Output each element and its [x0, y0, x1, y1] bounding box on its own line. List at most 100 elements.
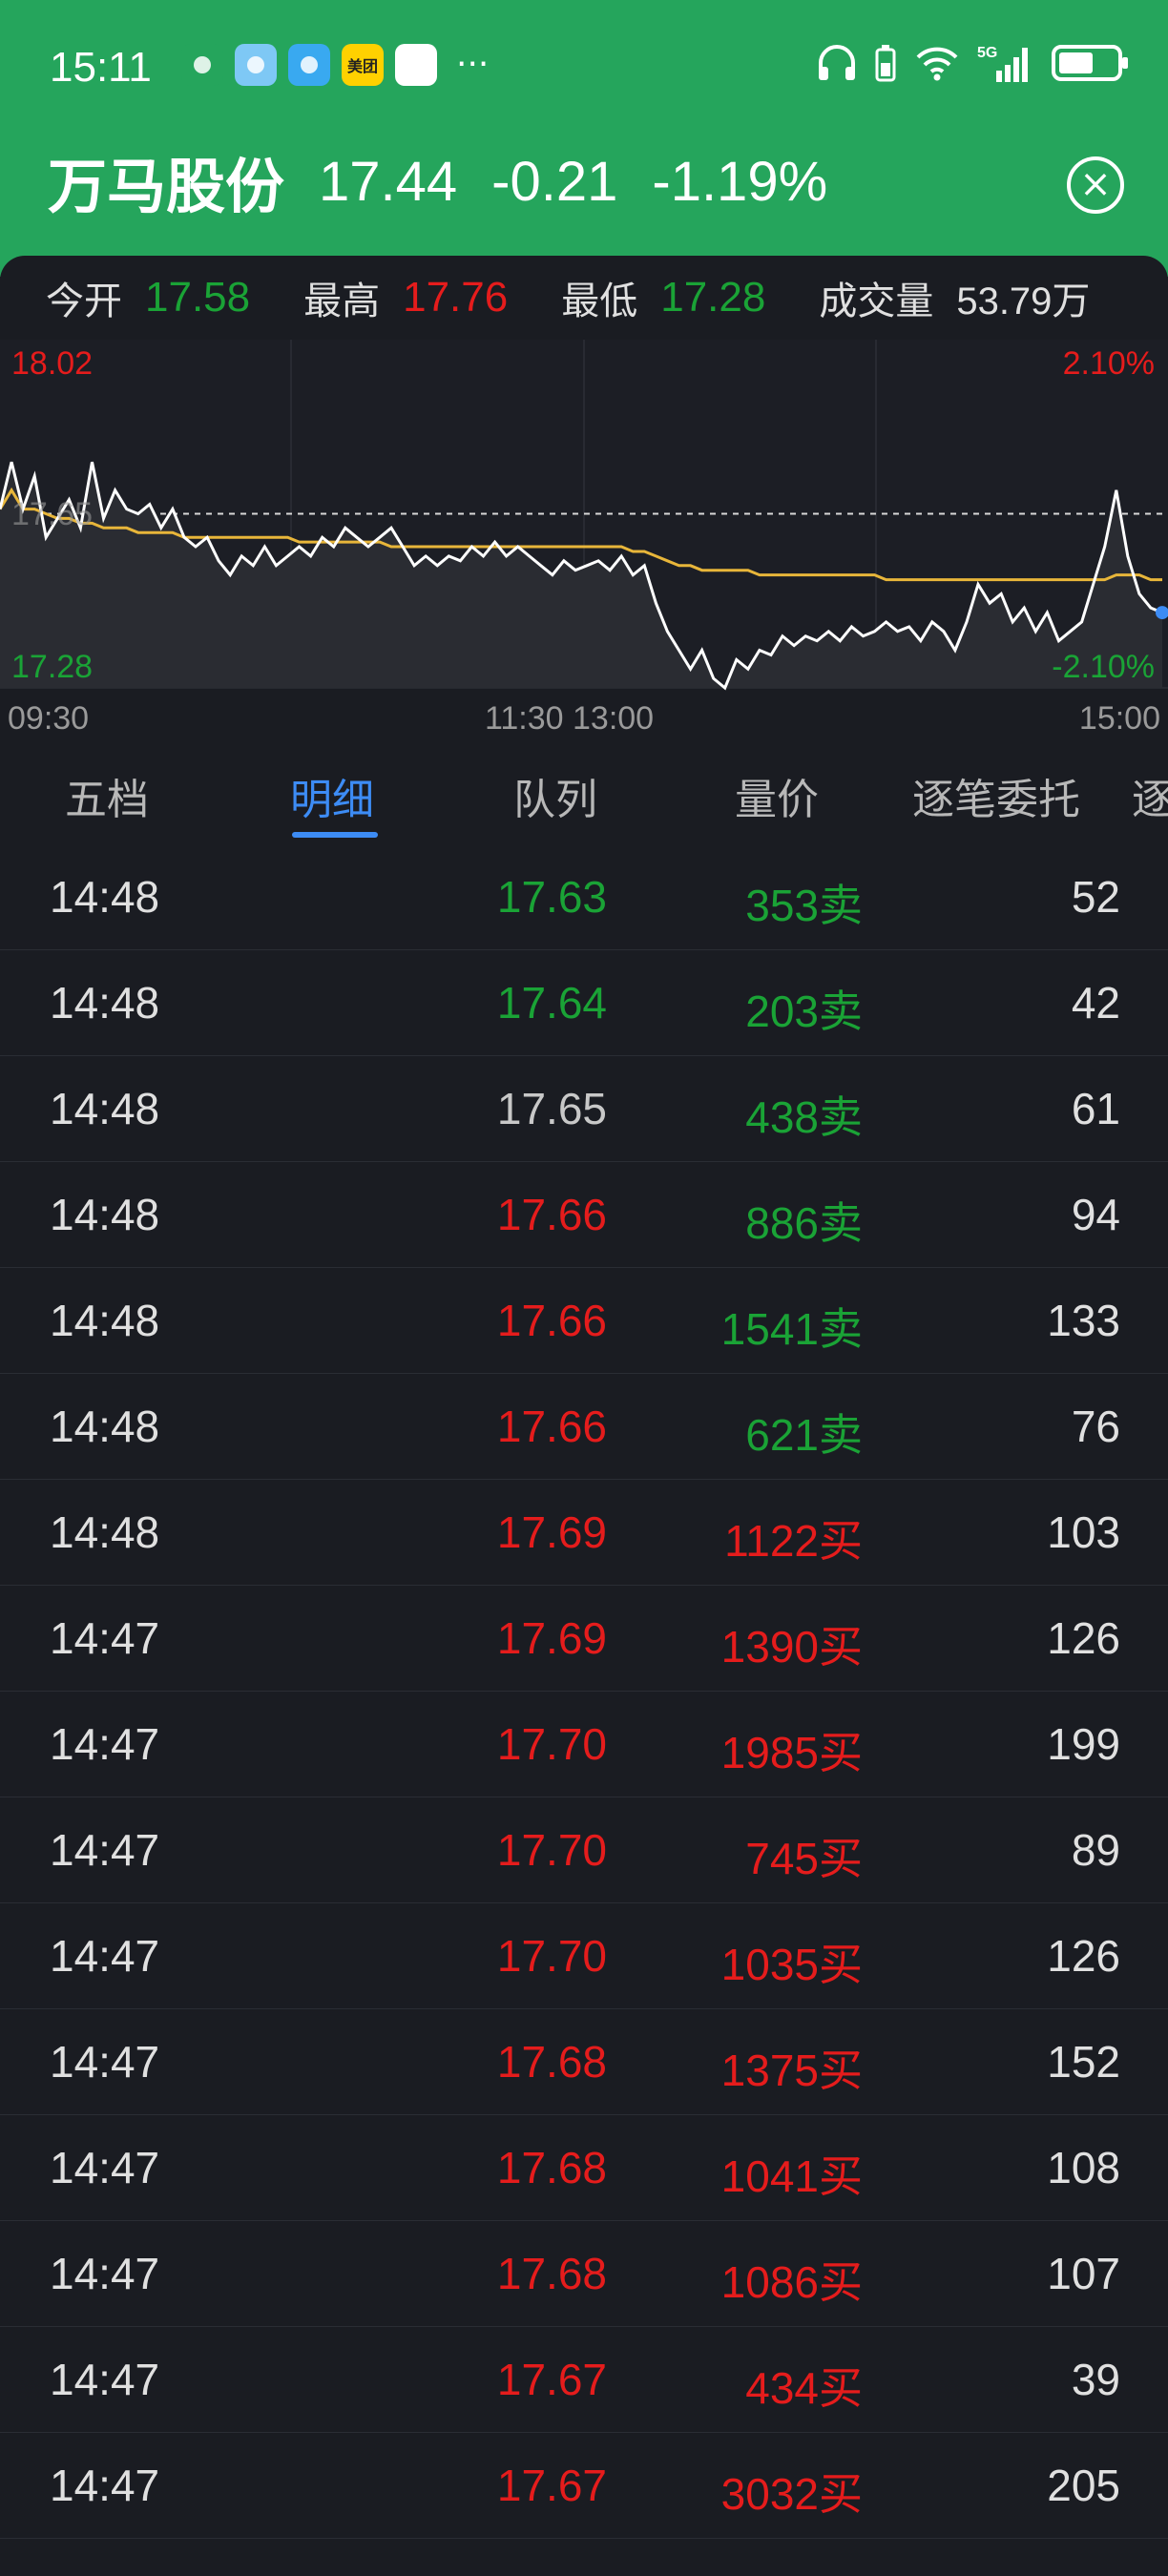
trade-row: 14:47 17.70 1985买 199: [0, 1692, 1168, 1797]
tab-five-levels[interactable]: 五档: [65, 765, 149, 826]
trade-order-count: 133: [1047, 1296, 1120, 1345]
trade-order-count: 107: [1047, 2249, 1120, 2298]
wechat-icon: [181, 44, 223, 86]
trade-volume: 1390买: [720, 1622, 863, 1672]
open-label: 今开: [46, 280, 122, 323]
trade-order-count: 39: [1071, 2355, 1120, 2404]
trade-volume: 1985买: [720, 1728, 863, 1777]
trade-time: 14:47: [50, 2037, 160, 2087]
trade-time: 14:48: [50, 978, 160, 1028]
trade-order-count: 61: [1071, 1084, 1120, 1133]
trade-time: 14:47: [50, 1825, 160, 1875]
trade-price: 17.67: [496, 2461, 607, 2510]
low-label: 最低: [561, 280, 638, 323]
trade-row: 14:48 17.66 886卖 94: [0, 1162, 1168, 1268]
trade-order-count: 42: [1071, 978, 1120, 1028]
weather-icon: [235, 44, 277, 86]
trade-time: 14:47: [50, 1931, 160, 1981]
trade-row: 14:47 17.70 745买 89: [0, 1797, 1168, 1903]
status-indicators: 5G: [817, 42, 1128, 84]
stock-title-row: 万马股份 17.44 -0.21 -1.19%: [48, 143, 828, 222]
trade-order-count: 126: [1047, 1931, 1120, 1981]
meituan-icon: 美团: [342, 44, 384, 86]
volume-value: 53.79万: [956, 280, 1091, 322]
volume-label: 成交量: [819, 280, 934, 323]
trade-time: 14:48: [50, 1296, 160, 1345]
trade-order-count: 126: [1047, 1613, 1120, 1663]
trade-price: 17.69: [496, 1613, 607, 1663]
trade-time: 14:47: [50, 2355, 160, 2404]
tab-queue[interactable]: 队列: [513, 765, 597, 826]
trade-price: 17.68: [496, 2249, 607, 2298]
trade-price: 17.69: [496, 1507, 607, 1557]
trade-time: 14:47: [50, 2461, 160, 2510]
chart-x-label-open: 09:30: [8, 700, 90, 737]
trade-price: 17.68: [496, 2143, 607, 2192]
book-icon: [288, 44, 330, 86]
trade-price: 17.67: [496, 2355, 607, 2404]
trade-price: 17.63: [496, 872, 607, 922]
trade-row: 14:48 17.63 353卖 52: [0, 844, 1168, 950]
stock-change-percent: -1.19%: [652, 150, 828, 213]
trade-volume: 353卖: [745, 881, 863, 930]
stock-change: -0.21: [491, 150, 618, 213]
trade-price: 17.70: [496, 1825, 607, 1875]
detail-tabs: 五档 明细 队列 量价 逐笔委托 逐: [0, 744, 1168, 840]
chart-min-pct: -2.10%: [1052, 649, 1155, 685]
wifi-icon: [916, 47, 958, 81]
trade-row: 14:48 17.66 621卖 76: [0, 1374, 1168, 1480]
trade-order-count: 205: [1047, 2461, 1120, 2510]
stock-name: 万马股份: [48, 152, 285, 221]
battery-icon: [1052, 45, 1128, 81]
open-value: 17.58: [145, 274, 251, 321]
trade-volume: 1041买: [720, 2151, 863, 2201]
trade-row: 14:47 17.67 434买 39: [0, 2327, 1168, 2433]
trade-volume: 3032买: [720, 2469, 863, 2519]
trade-time: 14:48: [50, 1507, 160, 1557]
chart-x-label-midday: 11:30 13:00: [485, 700, 655, 737]
trade-time: 14:48: [50, 1084, 160, 1133]
trade-volume: 1122买: [724, 1516, 863, 1566]
trade-row: 14:47 17.68 1375买 152: [0, 2009, 1168, 2115]
tab-details[interactable]: 明细: [290, 765, 374, 826]
intraday-chart[interactable]: 18.02 2.10% 17.65 17.28 -2.10% 09:30 11:…: [0, 340, 1168, 742]
tab-order-by-order[interactable]: 逐笔委托: [912, 765, 1080, 826]
chart-ref-price: 17.65: [11, 496, 94, 532]
tab-more[interactable]: 逐: [1132, 765, 1168, 826]
trade-order-count: 89: [1071, 1825, 1120, 1875]
trade-row: 14:48 17.65 438卖 61: [0, 1056, 1168, 1162]
trade-time: 14:47: [50, 2249, 160, 2298]
trade-time: 14:47: [50, 1719, 160, 1769]
trade-price: 17.70: [496, 1719, 607, 1769]
trade-volume: 745买: [745, 1834, 863, 1883]
trade-time: 14:48: [50, 1402, 160, 1451]
chart-min-price: 17.28: [11, 649, 94, 685]
trade-volume: 434买: [745, 2363, 863, 2413]
trade-volume: 438卖: [745, 1092, 863, 1142]
trade-time: 14:48: [50, 1190, 160, 1239]
trade-order-count: 108: [1047, 2143, 1120, 2192]
trade-order-count: 152: [1047, 2037, 1120, 2087]
notification-icons: 美团 ···: [181, 44, 489, 86]
high-label: 最高: [303, 280, 381, 323]
trade-price: 17.66: [496, 1296, 607, 1345]
close-button[interactable]: ×: [1067, 156, 1124, 214]
chart-max-pct: 2.10%: [1062, 345, 1155, 382]
phone-battery-icon: [875, 45, 896, 82]
trade-volume: 886卖: [745, 1198, 863, 1248]
stock-price: 17.44: [319, 150, 458, 213]
active-tab-indicator: [292, 832, 378, 838]
trade-volume: 1375买: [720, 2046, 863, 2095]
status-bar: 15:11 美团 ··· 5G: [0, 0, 1168, 134]
trade-order-count: 76: [1071, 1402, 1120, 1451]
trade-row: 14:47 17.68 1086买 107: [0, 2221, 1168, 2327]
stats-bar: 今开 17.58 最高 17.76 最低 17.28 成交量 53.79万: [0, 256, 1168, 340]
trade-row: 14:47 17.69 1390买 126: [0, 1586, 1168, 1692]
trade-list[interactable]: 14:48 17.63 353卖 52 14:48 17.64 203卖 42 14:48 17.…: [0, 844, 1168, 2539]
trade-price: 17.66: [496, 1190, 607, 1239]
chart-x-label-close: 15:00: [1078, 700, 1160, 737]
chart-max-price: 18.02: [11, 345, 94, 382]
trade-price: 17.66: [496, 1402, 607, 1451]
trade-row: 14:47 17.70 1035买 126: [0, 1903, 1168, 2009]
tab-volume-price[interactable]: 量价: [735, 765, 819, 826]
